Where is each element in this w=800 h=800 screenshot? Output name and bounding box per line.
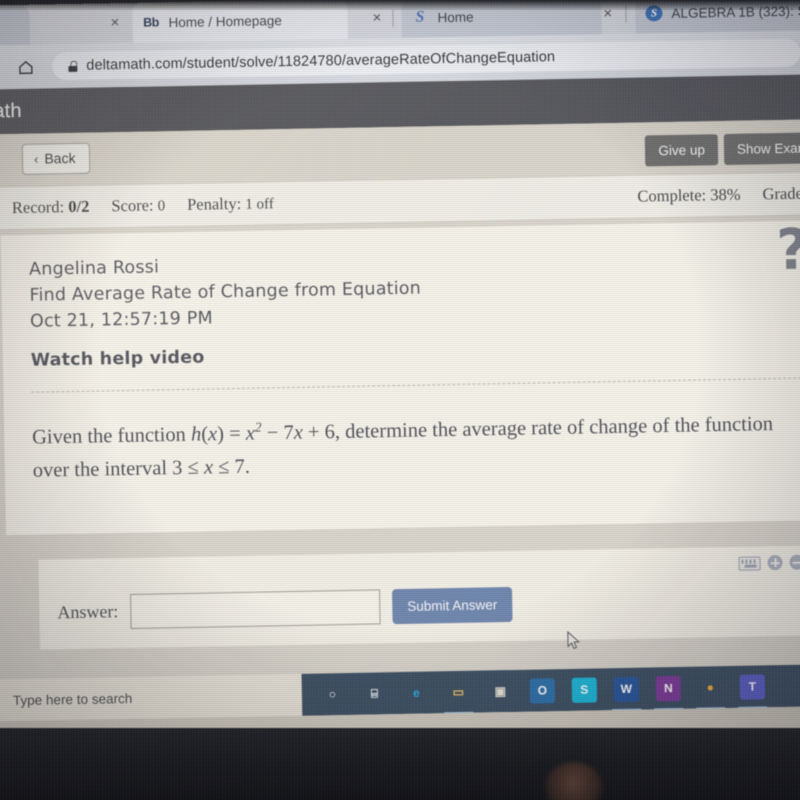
file-explorer-icon[interactable]: ▭: [446, 679, 471, 704]
taskbar-search[interactable]: Type here to search: [0, 673, 303, 722]
home-icon[interactable]: [10, 52, 41, 83]
function-name: h: [190, 423, 202, 446]
answer-label: Answer:: [57, 601, 119, 623]
url-text: deltamath.com/student/solve/11824780/ave…: [86, 49, 556, 74]
schoology-icon: S: [415, 8, 425, 26]
address-bar[interactable]: deltamath.com/student/solve/11824780/ave…: [52, 38, 800, 81]
submit-answer-button[interactable]: Submit Answer: [391, 586, 513, 625]
chrome-icon[interactable]: ●: [698, 675, 723, 700]
answer-panel-tools: [738, 554, 800, 571]
mouse-cursor: [567, 630, 581, 650]
tab-divider: [392, 10, 394, 28]
problem-card: Angelina Rossi Find Average Rate of Chan…: [0, 217, 800, 537]
grade-stat: Grade: 3: [762, 183, 800, 204]
taskbar-search-placeholder: Type here to search: [12, 690, 133, 708]
score-value: 0: [157, 198, 166, 215]
complete-stat: Complete: 38%: [637, 185, 740, 207]
card-divider: [31, 377, 800, 393]
score-label: Score:: [111, 195, 154, 216]
onenote-icon[interactable]: N: [655, 675, 682, 701]
schoology-circle-icon: S: [645, 5, 663, 22]
problem-header: Angelina Rossi Find Average Rate of Chan…: [0, 217, 800, 374]
tab-close-icon[interactable]: ×: [603, 5, 612, 22]
teams-icon[interactable]: T: [739, 673, 766, 700]
app-body: ‹ Back Give up Show Exam Record: 0/2 Sco…: [0, 119, 800, 760]
term-linear-x: x: [293, 421, 304, 444]
record-value: 0/2: [68, 196, 90, 217]
tab-divider: [625, 5, 627, 23]
term-x-squared-base: x: [245, 422, 256, 445]
edge-icon[interactable]: e: [404, 680, 429, 705]
statement-period: .: [244, 455, 251, 478]
monitor-photo: ath × Bb Home / Homepage × S Home × S AL…: [0, 0, 800, 800]
microsoft-store-icon[interactable]: ▣: [488, 678, 513, 703]
browser-tab-algebra[interactable]: S ALGEBRA 1B (323): Section: [635, 0, 800, 34]
interval-le-first: ≤: [182, 456, 205, 479]
record-stat: Record: 0/2: [12, 197, 90, 218]
browser-tab-schoology-home[interactable]: S Home: [401, 0, 602, 38]
task-view-icon[interactable]: ⌸: [362, 681, 387, 706]
deltamath-logo[interactable]: aMath: [0, 100, 22, 124]
tab-title: ALGEBRA 1B (323): Section: [671, 2, 800, 21]
equals-sign: =: [223, 422, 246, 446]
tab-title: Home / Homepage: [168, 12, 282, 30]
lock-icon: [68, 60, 77, 71]
show-examples-button[interactable]: Show Exam: [723, 132, 800, 166]
interval-le-second: ≤: [212, 455, 235, 479]
answer-row: Answer: Submit Answer: [57, 581, 800, 630]
penalty-value: 1 off: [245, 196, 274, 213]
interval-lower: 3: [171, 456, 183, 480]
search-icon: [0, 691, 1, 709]
reflection-blob: [545, 762, 603, 800]
watch-help-video-link[interactable]: Watch help video: [30, 333, 800, 374]
grade-label: Grade:: [762, 183, 800, 204]
complete-label: Complete:: [637, 185, 707, 206]
back-button[interactable]: ‹ Back: [21, 142, 91, 175]
screen-content: ath × Bb Home / Homepage × S Home × S AL…: [0, 0, 800, 760]
problem-statement: Given the function h(x) = x2 − 7x + 6, d…: [32, 400, 800, 487]
tab-close-icon[interactable]: ×: [110, 14, 119, 31]
term-minus-seven: − 7: [261, 421, 294, 445]
tab-title: Home: [437, 9, 474, 25]
zoom-in-icon[interactable]: [767, 555, 783, 571]
complete-value: 38%: [710, 184, 741, 205]
interval-upper: 7: [234, 455, 246, 478]
answer-input[interactable]: [130, 589, 381, 629]
keyboard-icon[interactable]: [738, 555, 761, 571]
browser-tab-deltamath[interactable]: ath: [0, 4, 30, 47]
word-icon[interactable]: W: [613, 676, 640, 702]
statement-tail: , determine the average rate of change o…: [32, 413, 774, 482]
function-variable: x: [207, 423, 218, 446]
term-plus-six: + 6: [302, 421, 336, 444]
statement-lead: Given the function: [31, 423, 192, 449]
browser-tab-blackboard[interactable]: Bb Home / Homepage: [132, 0, 348, 43]
chevron-left-icon: ‹: [33, 151, 39, 167]
score-stat: Score: 0: [111, 195, 165, 216]
reload-icon[interactable]: [0, 52, 3, 83]
tab-close-icon[interactable]: ×: [372, 9, 381, 26]
give-up-button[interactable]: Give up: [645, 134, 719, 167]
answer-panel: Answer: Submit Answer: [37, 544, 800, 651]
record-label: Record:: [11, 197, 65, 218]
zoom-out-icon[interactable]: [789, 554, 800, 570]
penalty-stat: Penalty: 1 off: [187, 193, 274, 215]
question-mark-icon[interactable]: ?: [776, 217, 800, 283]
blackboard-icon: Bb: [143, 15, 160, 30]
cortana-icon[interactable]: ○: [320, 682, 345, 707]
toolbar-actions: Give up Show Exam: [645, 132, 800, 167]
skype-icon[interactable]: S: [571, 676, 598, 703]
outlook-icon[interactable]: O: [529, 677, 556, 704]
penalty-label: Penalty:: [186, 193, 242, 214]
back-button-label: Back: [44, 149, 76, 167]
